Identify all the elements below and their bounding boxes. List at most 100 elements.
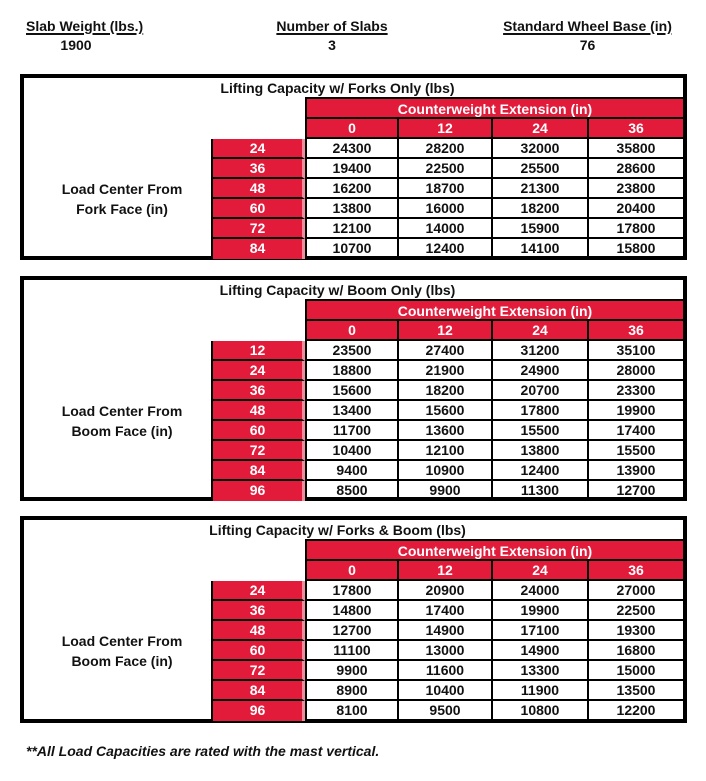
table-row: 12 23500 27400 31200 35100 bbox=[211, 341, 683, 361]
capacity-cell: 28200 bbox=[397, 139, 491, 159]
table-row: 60 11700 13600 15500 17400 bbox=[211, 421, 683, 441]
capacity-cell: 24000 bbox=[491, 581, 587, 601]
column-header: 0 bbox=[305, 561, 397, 581]
load-center-label: Load Center From Boom Face (in) bbox=[24, 401, 220, 441]
load-center-cell: 24 bbox=[211, 361, 305, 381]
capacity-cell: 31200 bbox=[491, 341, 587, 361]
capacity-cell: 12700 bbox=[305, 621, 397, 641]
capacity-cell: 11900 bbox=[491, 681, 587, 701]
capacity-cell: 19300 bbox=[587, 621, 683, 641]
column-header: 24 bbox=[491, 119, 587, 139]
capacity-cell: 15500 bbox=[491, 421, 587, 441]
capacity-cell: 16800 bbox=[587, 641, 683, 661]
column-header: 24 bbox=[491, 321, 587, 341]
load-center-cell: 48 bbox=[211, 179, 305, 199]
column-headers: 0 12 24 36 bbox=[305, 321, 683, 341]
capacity-cell: 25500 bbox=[491, 159, 587, 179]
capacity-cell: 32000 bbox=[491, 139, 587, 159]
table-row: 48 12700 14900 17100 19300 bbox=[211, 621, 683, 641]
load-center-cell: 96 bbox=[211, 701, 305, 721]
slab-weight-value: 1900 bbox=[60, 37, 92, 53]
capacity-cell: 14000 bbox=[397, 219, 491, 239]
table-title-text: Lifting Capacity w/ Boom Only (lbs) bbox=[219, 282, 456, 298]
number-of-slabs-value: 3 bbox=[328, 37, 336, 53]
capacity-cell: 13300 bbox=[491, 661, 587, 681]
counterweight-extension-header: Counterweight Extension (in) bbox=[305, 97, 683, 119]
capacity-cell: 19900 bbox=[587, 401, 683, 421]
wheel-base-spec: Standard Wheel Base (in) 76 bbox=[490, 18, 685, 53]
capacity-cell: 17800 bbox=[305, 581, 397, 601]
capacity-cell: 13900 bbox=[587, 461, 683, 481]
table-rows: 12 23500 27400 31200 35100 24 18800 21900 24900 2… bbox=[211, 341, 683, 501]
load-center-cell: 36 bbox=[211, 159, 305, 179]
table-row: 36 14800 17400 19900 22500 bbox=[211, 601, 683, 621]
capacity-cell: 14900 bbox=[397, 621, 491, 641]
load-center-cell: 60 bbox=[211, 199, 305, 219]
capacity-cell: 8500 bbox=[305, 481, 397, 501]
capacity-cell: 23300 bbox=[587, 381, 683, 401]
counterweight-extension-header: Counterweight Extension (in) bbox=[305, 299, 683, 321]
capacity-cell: 8900 bbox=[305, 681, 397, 701]
capacity-cell: 24300 bbox=[305, 139, 397, 159]
number-of-slabs-label: Number of Slabs bbox=[276, 18, 388, 34]
column-header: 12 bbox=[397, 321, 491, 341]
capacity-cell: 12100 bbox=[305, 219, 397, 239]
capacity-cell: 24900 bbox=[491, 361, 587, 381]
capacity-cell: 8100 bbox=[305, 701, 397, 721]
load-center-cell: 24 bbox=[211, 139, 305, 159]
capacity-cell: 15000 bbox=[587, 661, 683, 681]
table-row: 48 16200 18700 21300 23800 bbox=[211, 179, 683, 199]
load-center-cell: 36 bbox=[211, 381, 305, 401]
capacity-cell: 15900 bbox=[491, 219, 587, 239]
capacity-cell: 9900 bbox=[305, 661, 397, 681]
capacity-cell: 10700 bbox=[305, 239, 397, 259]
load-center-cell: 96 bbox=[211, 481, 305, 501]
table-title-text: Lifting Capacity w/ Forks & Boom (lbs) bbox=[209, 522, 466, 538]
capacity-cell: 35100 bbox=[587, 341, 683, 361]
table-title: Lifting Capacity w/ Forks & Boom (lbs) bbox=[24, 521, 683, 539]
table-row: 96 8500 9900 11300 12700 bbox=[211, 481, 683, 501]
capacity-cell: 11600 bbox=[397, 661, 491, 681]
load-center-cell: 60 bbox=[211, 641, 305, 661]
capacity-cell: 11700 bbox=[305, 421, 397, 441]
column-header: 0 bbox=[305, 119, 397, 139]
slab-weight-label: Slab Weight (lbs.) bbox=[26, 18, 144, 34]
column-header: 36 bbox=[587, 119, 683, 139]
capacity-cell: 13500 bbox=[587, 681, 683, 701]
capacity-cell: 17800 bbox=[491, 401, 587, 421]
table-title-text: Lifting Capacity w/ Forks Only (lbs) bbox=[220, 80, 455, 96]
capacity-cell: 12400 bbox=[397, 239, 491, 259]
capacity-cell: 9500 bbox=[397, 701, 491, 721]
capacity-cell: 10400 bbox=[397, 681, 491, 701]
column-header: 36 bbox=[587, 321, 683, 341]
load-center-cell: 72 bbox=[211, 661, 305, 681]
capacity-cell: 21900 bbox=[397, 361, 491, 381]
load-center-cell: 84 bbox=[211, 461, 305, 481]
capacity-cell: 15600 bbox=[397, 401, 491, 421]
load-center-cell: 24 bbox=[211, 581, 305, 601]
load-center-label-line1: Load Center From bbox=[61, 403, 183, 419]
load-center-label-line1: Load Center From bbox=[61, 181, 183, 197]
capacity-cell: 11100 bbox=[305, 641, 397, 661]
table-row: 24 24300 28200 32000 35800 bbox=[211, 139, 683, 159]
capacity-cell: 16000 bbox=[397, 199, 491, 219]
capacity-cell: 27400 bbox=[397, 341, 491, 361]
capacity-cell: 22500 bbox=[397, 159, 491, 179]
wheel-base-label: Standard Wheel Base (in) bbox=[503, 18, 672, 34]
load-center-cell: 36 bbox=[211, 601, 305, 621]
table-row: 96 8100 9500 10800 12200 bbox=[211, 701, 683, 721]
capacity-cell: 20700 bbox=[491, 381, 587, 401]
table-row: 84 10700 12400 14100 15800 bbox=[211, 239, 683, 259]
capacity-cell: 12200 bbox=[587, 701, 683, 721]
load-center-label-line2: Fork Face (in) bbox=[76, 201, 168, 217]
footnote: **All Load Capacities are rated with the… bbox=[26, 743, 380, 759]
capacity-cell: 14900 bbox=[491, 641, 587, 661]
load-center-cell: 84 bbox=[211, 681, 305, 701]
capacity-cell: 13400 bbox=[305, 401, 397, 421]
capacity-cell: 11300 bbox=[491, 481, 587, 501]
table-row: 72 12100 14000 15900 17800 bbox=[211, 219, 683, 239]
load-center-label: Load Center From Fork Face (in) bbox=[24, 179, 220, 219]
table-title: Lifting Capacity w/ Forks Only (lbs) bbox=[24, 79, 683, 97]
capacity-cell: 35800 bbox=[587, 139, 683, 159]
counterweight-extension-header: Counterweight Extension (in) bbox=[305, 539, 683, 561]
